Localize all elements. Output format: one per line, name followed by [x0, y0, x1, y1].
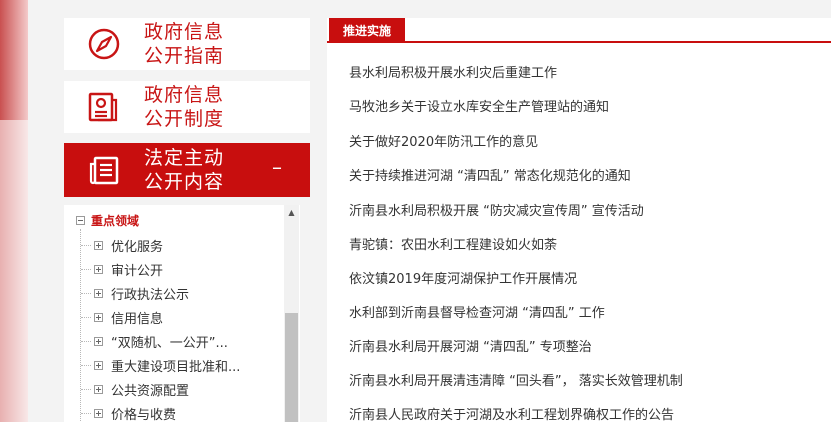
tree-item[interactable]: 行政执法公示	[81, 284, 189, 303]
expand-node-icon[interactable]	[94, 240, 103, 250]
expand-node-icon[interactable]	[94, 360, 103, 370]
newspaper-icon	[64, 144, 144, 196]
tree-item[interactable]: 信用信息	[81, 308, 163, 327]
nav-card-label: 政府信息 公开指南	[144, 21, 225, 67]
collapse-node-icon[interactable]	[76, 215, 85, 225]
tree-guide-line	[80, 229, 81, 422]
news-list-item[interactable]: 青驼镇：农田水利工程建设如火如荼	[349, 236, 557, 256]
main-content-panel: 推进实施 县水利局积极开展水利灾后重建工作 马牧池乡关于设立水库安全生产管理站的…	[327, 18, 831, 422]
document-regulation-icon	[64, 81, 144, 133]
tree-item[interactable]: “双随机、一公开”...	[81, 332, 228, 351]
scrollbar-thumb[interactable]	[285, 313, 298, 422]
news-list-item[interactable]: 水利部到沂南县督导检查河湖 “清四乱” 工作	[349, 304, 605, 324]
tree-scrollbar[interactable]: ▲	[284, 205, 299, 422]
tree-root-key-areas[interactable]: 重点领域	[76, 211, 139, 229]
tree-item[interactable]: 公共资源配置	[81, 380, 189, 399]
news-list-item[interactable]: 关于做好2020年防汛工作的意见	[349, 133, 538, 153]
nav-card-label: 法定主动 公开内容	[144, 147, 225, 193]
news-list-item[interactable]: 沂南县水利局积极开展 “防灾减灾宣传周” 宣传活动	[349, 202, 644, 222]
compass-icon	[64, 18, 144, 70]
tree-item[interactable]: 优化服务	[81, 236, 163, 255]
news-list-item[interactable]: 沂南县水利局开展河湖 “清四乱” 专项整治	[349, 338, 592, 358]
category-tree: 重点领域 优化服务 审计公开 行政执法公示 信用信息 “双随机、一公开”... …	[64, 205, 300, 422]
expand-node-icon[interactable]	[94, 336, 103, 346]
nav-card-label: 政府信息 公开制度	[144, 84, 225, 130]
nav-card-statutory-content[interactable]: 法定主动 公开内容 –	[64, 143, 310, 197]
expand-node-icon[interactable]	[94, 288, 103, 298]
tree-item[interactable]: 价格与收费	[81, 404, 176, 422]
tree-item[interactable]: 审计公开	[81, 260, 163, 279]
expand-node-icon[interactable]	[94, 408, 103, 418]
expand-node-icon[interactable]	[94, 264, 103, 274]
collapse-toggle-icon[interactable]: –	[272, 155, 282, 179]
expand-node-icon[interactable]	[94, 384, 103, 394]
tab-implementation[interactable]: 推进实施	[329, 18, 406, 43]
news-list-item[interactable]: 县水利局积极开展水利灾后重建工作	[349, 64, 557, 84]
news-list-item[interactable]: 依汶镇2019年度河湖保护工作开展情况	[349, 270, 577, 290]
scroll-up-arrow-icon[interactable]: ▲	[284, 205, 299, 220]
news-list-item[interactable]: 沂南县水利局开展清违清障 “回头看”， 落实长效管理机制	[349, 372, 683, 392]
news-list-item[interactable]: 沂南县人民政府关于河湖及水利工程划界确权工作的公告	[349, 406, 674, 422]
news-list-item[interactable]: 关于持续推进河湖 “清四乱” 常态化规范化的通知	[349, 167, 631, 187]
nav-card-disclosure-guide[interactable]: 政府信息 公开指南	[64, 18, 310, 70]
expand-node-icon[interactable]	[94, 312, 103, 322]
left-decor-strip-lower	[0, 120, 28, 422]
nav-card-disclosure-system[interactable]: 政府信息 公开制度	[64, 81, 310, 133]
tab-bar: 推进实施	[327, 18, 831, 43]
tree-item[interactable]: 重大建设项目批准和...	[81, 356, 240, 375]
news-list-item[interactable]: 马牧池乡关于设立水库安全生产管理站的通知	[349, 98, 609, 118]
